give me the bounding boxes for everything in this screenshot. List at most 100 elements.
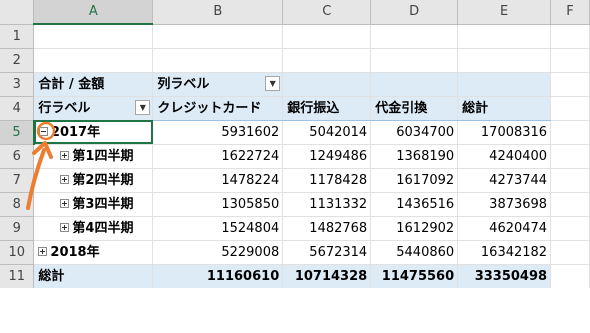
cell-f11[interactable] xyxy=(550,264,590,289)
pivot-row-labels-header[interactable]: 行ラベル ▼ xyxy=(33,96,154,121)
cell-b2[interactable] xyxy=(152,48,284,73)
pivot-value-cell[interactable]: 1622724 xyxy=(152,144,284,169)
pivot-value-cell[interactable]: 5440860 xyxy=(370,240,459,265)
sheet-bottom-area xyxy=(0,288,590,333)
plus-box-icon[interactable] xyxy=(60,198,70,208)
plus-box-icon[interactable] xyxy=(60,150,70,160)
select-all-corner[interactable] xyxy=(0,0,35,25)
pivot-row-2018[interactable]: 2018年 xyxy=(33,240,154,265)
cell-c1[interactable] xyxy=(282,24,372,49)
pivot-value-cell[interactable]: 4620474 xyxy=(457,216,552,241)
pivot-row-label: 第1四半期 xyxy=(72,148,134,164)
column-header-c[interactable]: C xyxy=(282,0,372,25)
pivot-header-bank-transfer[interactable]: 銀行振込 xyxy=(282,96,372,121)
pivot-value-cell[interactable]: 6034700 xyxy=(370,120,459,145)
cell-f4[interactable] xyxy=(550,96,590,121)
row-header-9[interactable]: 9 xyxy=(0,216,35,241)
column-header-e[interactable]: E xyxy=(457,0,552,25)
cell-a1[interactable] xyxy=(33,24,154,49)
pivot-value-cell[interactable]: 4240400 xyxy=(457,144,552,169)
pivot-value-cell[interactable]: 1436516 xyxy=(370,192,459,217)
pivot-row-q3[interactable]: 第3四半期 xyxy=(33,192,154,217)
column-header-d[interactable]: D xyxy=(370,0,459,25)
pivot-value-cell[interactable]: 1368190 xyxy=(370,144,459,169)
pivot-value-cell[interactable]: 5672314 xyxy=(282,240,372,265)
pivot-value-cell[interactable]: 1305850 xyxy=(152,192,284,217)
pivot-grand-total-cell[interactable]: 11160610 xyxy=(152,263,284,289)
pivot-value-cell[interactable]: 1249486 xyxy=(282,144,372,169)
pivot-column-labels-text: 列ラベル xyxy=(157,76,210,92)
pivot-value-cell[interactable]: 1482768 xyxy=(282,216,372,241)
cell-c3[interactable] xyxy=(282,72,372,97)
column-header-a[interactable]: A xyxy=(33,0,154,25)
pivot-row-label: 第2四半期 xyxy=(72,172,134,188)
cell-e3[interactable] xyxy=(457,72,552,97)
pivot-value-cell[interactable]: 4273744 xyxy=(457,168,552,193)
row-header-2[interactable]: 2 xyxy=(0,48,35,73)
pivot-value-cell[interactable]: 1478224 xyxy=(152,168,284,193)
cell-e2[interactable] xyxy=(457,48,552,73)
cell-f6[interactable] xyxy=(550,144,590,169)
pivot-value-cell[interactable]: 5042014 xyxy=(282,120,372,145)
cell-f9[interactable] xyxy=(550,216,590,241)
pivot-grand-total-cell[interactable]: 11475560 xyxy=(370,263,459,289)
cell-f8[interactable] xyxy=(550,192,590,217)
pivot-grand-total-label[interactable]: 総計 xyxy=(33,263,154,289)
cell-d2[interactable] xyxy=(370,48,459,73)
pivot-row-q4[interactable]: 第4四半期 xyxy=(33,216,154,241)
cell-f3[interactable] xyxy=(550,72,590,97)
pivot-value-cell[interactable]: 3873698 xyxy=(457,192,552,217)
pivot-column-labels-header[interactable]: 列ラベル ▼ xyxy=(152,72,284,97)
pivot-header-grand-total[interactable]: 総計 xyxy=(457,96,552,121)
column-header-f[interactable]: F xyxy=(550,0,590,25)
row-header-4[interactable]: 4 xyxy=(0,96,35,121)
pivot-header-cash-on-delivery[interactable]: 代金引換 xyxy=(370,96,459,121)
row-header-5[interactable]: 5 xyxy=(0,120,35,145)
row-header-8[interactable]: 8 xyxy=(0,192,35,217)
pivot-row-label: 第3四半期 xyxy=(72,196,134,212)
pivot-grand-total-cell[interactable]: 33350498 xyxy=(457,263,552,289)
cell-f5[interactable] xyxy=(550,120,590,145)
row-header-11[interactable]: 11 xyxy=(0,264,35,289)
pivot-value-cell[interactable]: 1131332 xyxy=(282,192,372,217)
pivot-value-cell[interactable]: 1612902 xyxy=(370,216,459,241)
pivot-value-cell[interactable]: 5229008 xyxy=(152,240,284,265)
plus-box-icon[interactable] xyxy=(60,174,70,184)
pivot-value-field-label[interactable]: 合計 / 金額 xyxy=(33,72,154,97)
row-header-6[interactable]: 6 xyxy=(0,144,35,169)
row-header-1[interactable]: 1 xyxy=(0,24,35,49)
pivot-value-cell[interactable]: 16342182 xyxy=(457,240,552,265)
column-header-b[interactable]: B xyxy=(152,0,284,25)
cell-d1[interactable] xyxy=(370,24,459,49)
pivot-row-2017[interactable]: 2017年 xyxy=(33,120,154,145)
chevron-down-icon[interactable]: ▼ xyxy=(135,99,151,115)
pivot-value-cell[interactable]: 1178428 xyxy=(282,168,372,193)
pivot-row-q1[interactable]: 第1四半期 xyxy=(33,144,154,169)
spreadsheet-grid: A B C D E F 1 2 3 合計 / 金額 列ラベル ▼ 4 行ラベル … xyxy=(0,0,590,289)
plus-box-icon[interactable] xyxy=(38,246,48,256)
row-header-7[interactable]: 7 xyxy=(0,168,35,193)
cell-f2[interactable] xyxy=(550,48,590,73)
cell-a2[interactable] xyxy=(33,48,154,73)
cell-f1[interactable] xyxy=(550,24,590,49)
pivot-value-cell[interactable]: 17008316 xyxy=(457,120,552,145)
minus-box-icon[interactable] xyxy=(38,126,48,136)
pivot-row-label: 2017年 xyxy=(50,124,101,140)
cell-f7[interactable] xyxy=(550,168,590,193)
cell-f10[interactable] xyxy=(550,240,590,265)
cell-b1[interactable] xyxy=(152,24,284,49)
chevron-down-icon[interactable]: ▼ xyxy=(265,75,281,91)
pivot-value-cell[interactable]: 5931602 xyxy=(152,120,284,145)
pivot-header-credit-card[interactable]: クレジットカード xyxy=(152,96,284,121)
cell-e1[interactable] xyxy=(457,24,552,49)
row-header-3[interactable]: 3 xyxy=(0,72,35,97)
pivot-row-q2[interactable]: 第2四半期 xyxy=(33,168,154,193)
cell-c2[interactable] xyxy=(282,48,372,73)
cell-d3[interactable] xyxy=(370,72,459,97)
pivot-value-cell[interactable]: 1524804 xyxy=(152,216,284,241)
pivot-row-label: 第4四半期 xyxy=(72,220,134,236)
plus-box-icon[interactable] xyxy=(60,222,70,232)
pivot-value-cell[interactable]: 1617092 xyxy=(370,168,459,193)
row-header-10[interactable]: 10 xyxy=(0,240,35,265)
pivot-grand-total-cell[interactable]: 10714328 xyxy=(282,263,372,289)
